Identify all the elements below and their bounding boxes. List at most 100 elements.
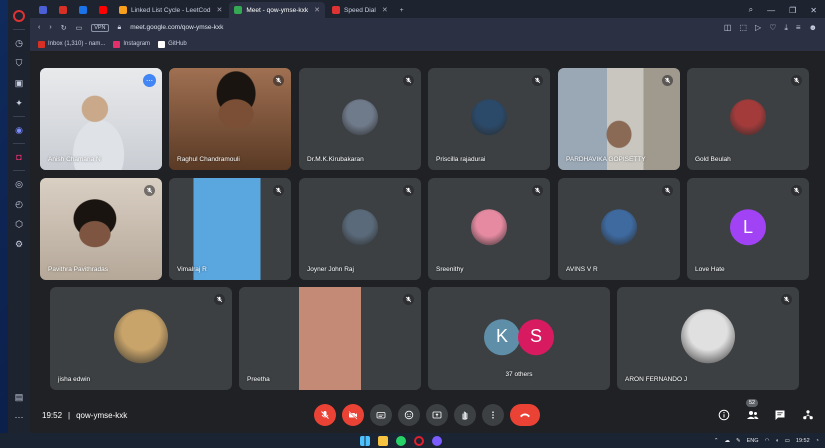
cloud-icon[interactable]: ☁ — [725, 438, 731, 444]
browser-tab[interactable] — [94, 2, 112, 18]
more-options-button[interactable] — [482, 404, 504, 426]
notification-icon[interactable]: ◔ — [816, 438, 819, 444]
meeting-details-button[interactable] — [717, 408, 731, 422]
participant-tile[interactable]: Joyner John Raj — [299, 178, 421, 280]
bookmark-item[interactable]: Instagram — [113, 40, 150, 48]
new-tab-button[interactable]: + — [395, 2, 409, 18]
opera-icon[interactable] — [414, 435, 424, 446]
camera-icon[interactable]: ▭ — [76, 24, 83, 32]
profile-icon[interactable]: ☻ — [809, 23, 817, 33]
participant-tile[interactable]: Dr.M.K.Kirubakaran — [299, 68, 421, 170]
url-field[interactable]: meet.google.com/qow-ymse-kxk — [130, 24, 223, 31]
tab-close-icon[interactable]: ✕ — [382, 6, 388, 14]
snapshot-icon[interactable]: ⬚ — [739, 23, 747, 33]
chevron-up-icon[interactable]: ⌃ — [714, 438, 719, 444]
people-button[interactable]: 52 — [745, 399, 759, 422]
clock[interactable]: 19:52 — [796, 438, 810, 444]
bookmarks-bar: Inbox (1,310) - nam... Instagram GitHub — [30, 37, 825, 52]
participant-tile[interactable]: Raghul Chandramouli — [169, 68, 291, 170]
more-options-icon[interactable]: ⋯ — [143, 74, 156, 87]
browser-tab[interactable]: Linked List Cycle - LeetCod ✕ — [114, 2, 227, 18]
windows-start-icon[interactable] — [360, 435, 370, 446]
participant-tile[interactable]: Preetha — [239, 287, 421, 390]
twitch-icon[interactable]: ▣ — [8, 73, 30, 93]
meeting-time: 19:52 — [42, 410, 63, 420]
captions-button[interactable] — [370, 404, 392, 426]
history-icon[interactable]: ◴ — [8, 194, 30, 214]
whatsapp-icon[interactable] — [396, 435, 406, 446]
present-button[interactable] — [426, 404, 448, 426]
participant-tile[interactable]: AVINS V R — [558, 178, 680, 280]
play-icon[interactable]: ▷ — [755, 23, 761, 33]
download-icon[interactable]: ⤓ — [784, 23, 788, 33]
heart-icon[interactable]: ♡ — [769, 23, 776, 33]
captions-icon — [376, 412, 386, 419]
avatar-letter: L — [730, 209, 766, 246]
vpn-badge[interactable]: VPN — [91, 23, 109, 32]
participant-tile[interactable]: Sreenithy — [428, 178, 550, 280]
participant-tile[interactable]: ARON FERNANDO J — [617, 287, 799, 390]
camera-off-button[interactable] — [342, 404, 364, 426]
sidebar-setup-icon[interactable]: ▤ — [8, 387, 30, 407]
language-indicator[interactable]: ENG — [747, 438, 759, 444]
menu-icon[interactable]: ≡ — [796, 23, 801, 33]
tab-close-icon[interactable]: ✕ — [314, 6, 320, 14]
emoji-button[interactable] — [398, 404, 420, 426]
browser-tab[interactable]: Meet - qow-ymse-kxk ✕ — [229, 2, 326, 18]
participant-tile[interactable]: Priscilla rajadurai — [428, 68, 550, 170]
messenger-icon[interactable]: ◉ — [8, 120, 30, 140]
browser-tab[interactable] — [34, 2, 52, 18]
browser-tab[interactable]: Speed Dial ✕ — [327, 2, 393, 18]
screenshot-icon[interactable]: ◫ — [724, 23, 732, 33]
battery-icon[interactable]: ▭ — [785, 438, 790, 444]
participant-tile[interactable]: K S 37 others — [428, 287, 610, 390]
settings-icon[interactable]: ⚙ — [8, 234, 30, 254]
browser-tab[interactable] — [74, 2, 92, 18]
chat-button[interactable] — [773, 408, 787, 422]
pen-icon[interactable]: ✎ — [736, 438, 741, 444]
raise-hand-button[interactable] — [454, 404, 476, 426]
participant-tile[interactable]: Anish Chamaria N ⋯ — [40, 68, 162, 170]
activities-button[interactable] — [801, 408, 815, 422]
maximize-icon[interactable]: ❐ — [789, 6, 796, 15]
speed-dial-icon[interactable]: ◷ — [8, 33, 30, 53]
more-icon[interactable]: ⋯ — [8, 407, 30, 427]
participant-tile[interactable]: Vimalraj R — [169, 178, 291, 280]
instagram-icon[interactable]: ◘ — [8, 147, 30, 167]
mic-off-icon — [273, 75, 284, 86]
participant-name: Sreenithy — [436, 266, 464, 273]
browser-tab[interactable] — [54, 2, 72, 18]
gaming-icon[interactable]: ✦ — [8, 93, 30, 113]
cube-icon[interactable]: ⬡ — [8, 214, 30, 234]
bookmark-item[interactable]: Inbox (1,310) - nam... — [38, 40, 105, 48]
back-icon[interactable]: ‹ — [38, 24, 40, 31]
camera-off-icon — [348, 411, 358, 420]
participant-tile[interactable]: L Love Hate — [687, 178, 809, 280]
leave-call-button[interactable] — [510, 404, 540, 426]
tab-label: Meet - qow-ymse-kxk — [246, 6, 309, 14]
window-controls: ⌕ — ❐ ✕ — [749, 2, 825, 18]
participant-tile[interactable]: PARDHAVIKA GOPISETTY — [558, 68, 680, 170]
search-icon[interactable]: ⌕ — [749, 5, 753, 15]
participant-tile[interactable]: jisha edwin — [50, 287, 232, 390]
people-count-badge: 52 — [746, 399, 759, 407]
tab-close-icon[interactable]: ✕ — [217, 6, 223, 14]
reload-icon[interactable]: ↻ — [61, 24, 67, 32]
bookmark-item[interactable]: GitHub — [158, 40, 187, 48]
mic-off-button[interactable] — [314, 404, 336, 426]
participant-tile[interactable]: Pavithra Pavithradas — [40, 178, 162, 280]
player-icon[interactable]: ◎ — [8, 174, 30, 194]
volume-icon[interactable]: ◖ — [775, 438, 778, 444]
avatar-letter: K — [484, 318, 520, 355]
participant-tile[interactable]: Gold Beulah — [687, 68, 809, 170]
file-explorer-icon[interactable] — [378, 435, 388, 446]
participant-name: Dr.M.K.Kirubakaran — [307, 156, 364, 163]
wifi-icon[interactable]: ◠ — [765, 438, 770, 444]
close-icon[interactable]: ✕ — [810, 6, 817, 15]
bag-icon[interactable]: ⛉ — [8, 53, 30, 73]
minimize-icon[interactable]: — — [767, 6, 775, 15]
forward-icon[interactable]: › — [49, 24, 51, 31]
participant-name: Vimalraj R — [177, 266, 207, 273]
opera-logo-icon[interactable] — [8, 6, 30, 26]
teams-icon[interactable] — [432, 435, 442, 446]
